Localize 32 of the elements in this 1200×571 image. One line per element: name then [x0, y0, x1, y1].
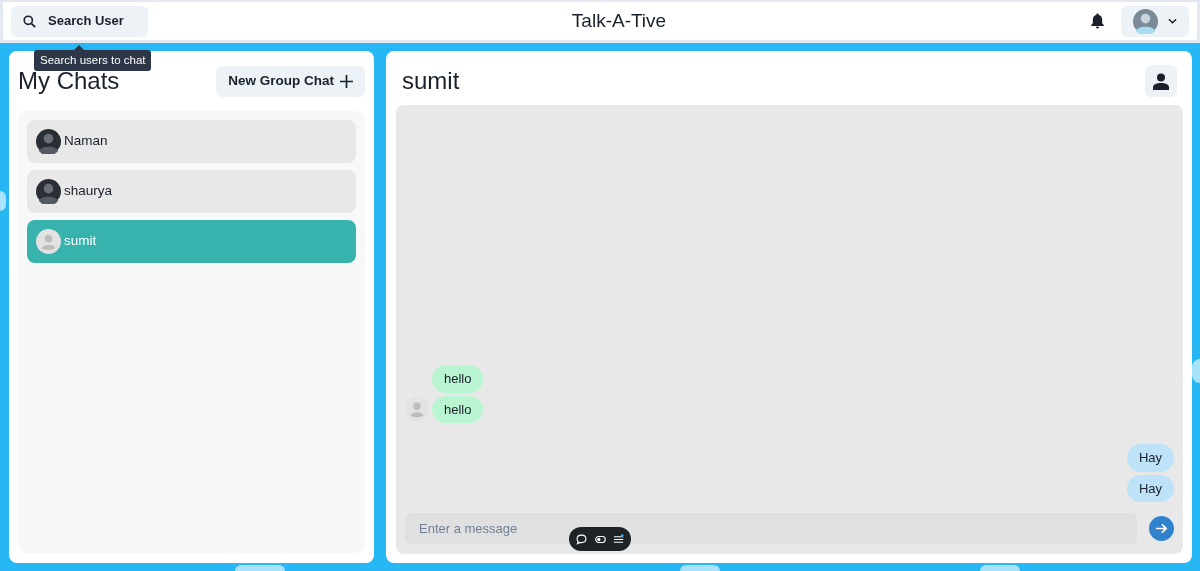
- background-bubble: [1192, 359, 1200, 383]
- message-bubble: Hay: [1126, 444, 1174, 472]
- user-icon: [1153, 72, 1169, 90]
- plus-icon: [340, 74, 353, 88]
- background-bubble: [0, 191, 6, 211]
- bell-icon[interactable]: [1090, 13, 1105, 29]
- avatar-icon: [36, 129, 61, 154]
- avatar-icon: [1133, 8, 1158, 34]
- sliders-icon[interactable]: [612, 533, 624, 545]
- speech-bubble-icon[interactable]: [576, 533, 588, 545]
- toggle-icon[interactable]: [594, 533, 606, 545]
- chat-title: sumit: [402, 66, 460, 96]
- avatar-icon: [36, 229, 61, 254]
- message-bubble: hello: [432, 365, 484, 393]
- new-group-chat-button[interactable]: New Group Chat: [216, 65, 365, 97]
- chat-item[interactable]: shaurya: [27, 170, 356, 213]
- chat-item[interactable]: Naman: [27, 120, 356, 163]
- background-bubble: [980, 565, 1020, 571]
- arrow-right-icon: [1155, 522, 1168, 535]
- search-icon: [23, 14, 36, 28]
- profile-button[interactable]: [1145, 65, 1177, 97]
- message-bubble: Hay: [1126, 474, 1174, 502]
- background-bubble: [235, 565, 285, 571]
- app-title: Talk-A-Tive: [571, 8, 667, 33]
- user-menu-button[interactable]: [1121, 5, 1189, 37]
- message-bubble: hello: [432, 395, 484, 423]
- avatar-icon: [36, 179, 61, 204]
- background-bubble: [680, 565, 720, 571]
- avatar-icon: [405, 397, 429, 422]
- message-input[interactable]: Enter a message: [405, 513, 1137, 544]
- chevron-down-icon: [1168, 18, 1177, 24]
- send-button[interactable]: [1149, 516, 1174, 541]
